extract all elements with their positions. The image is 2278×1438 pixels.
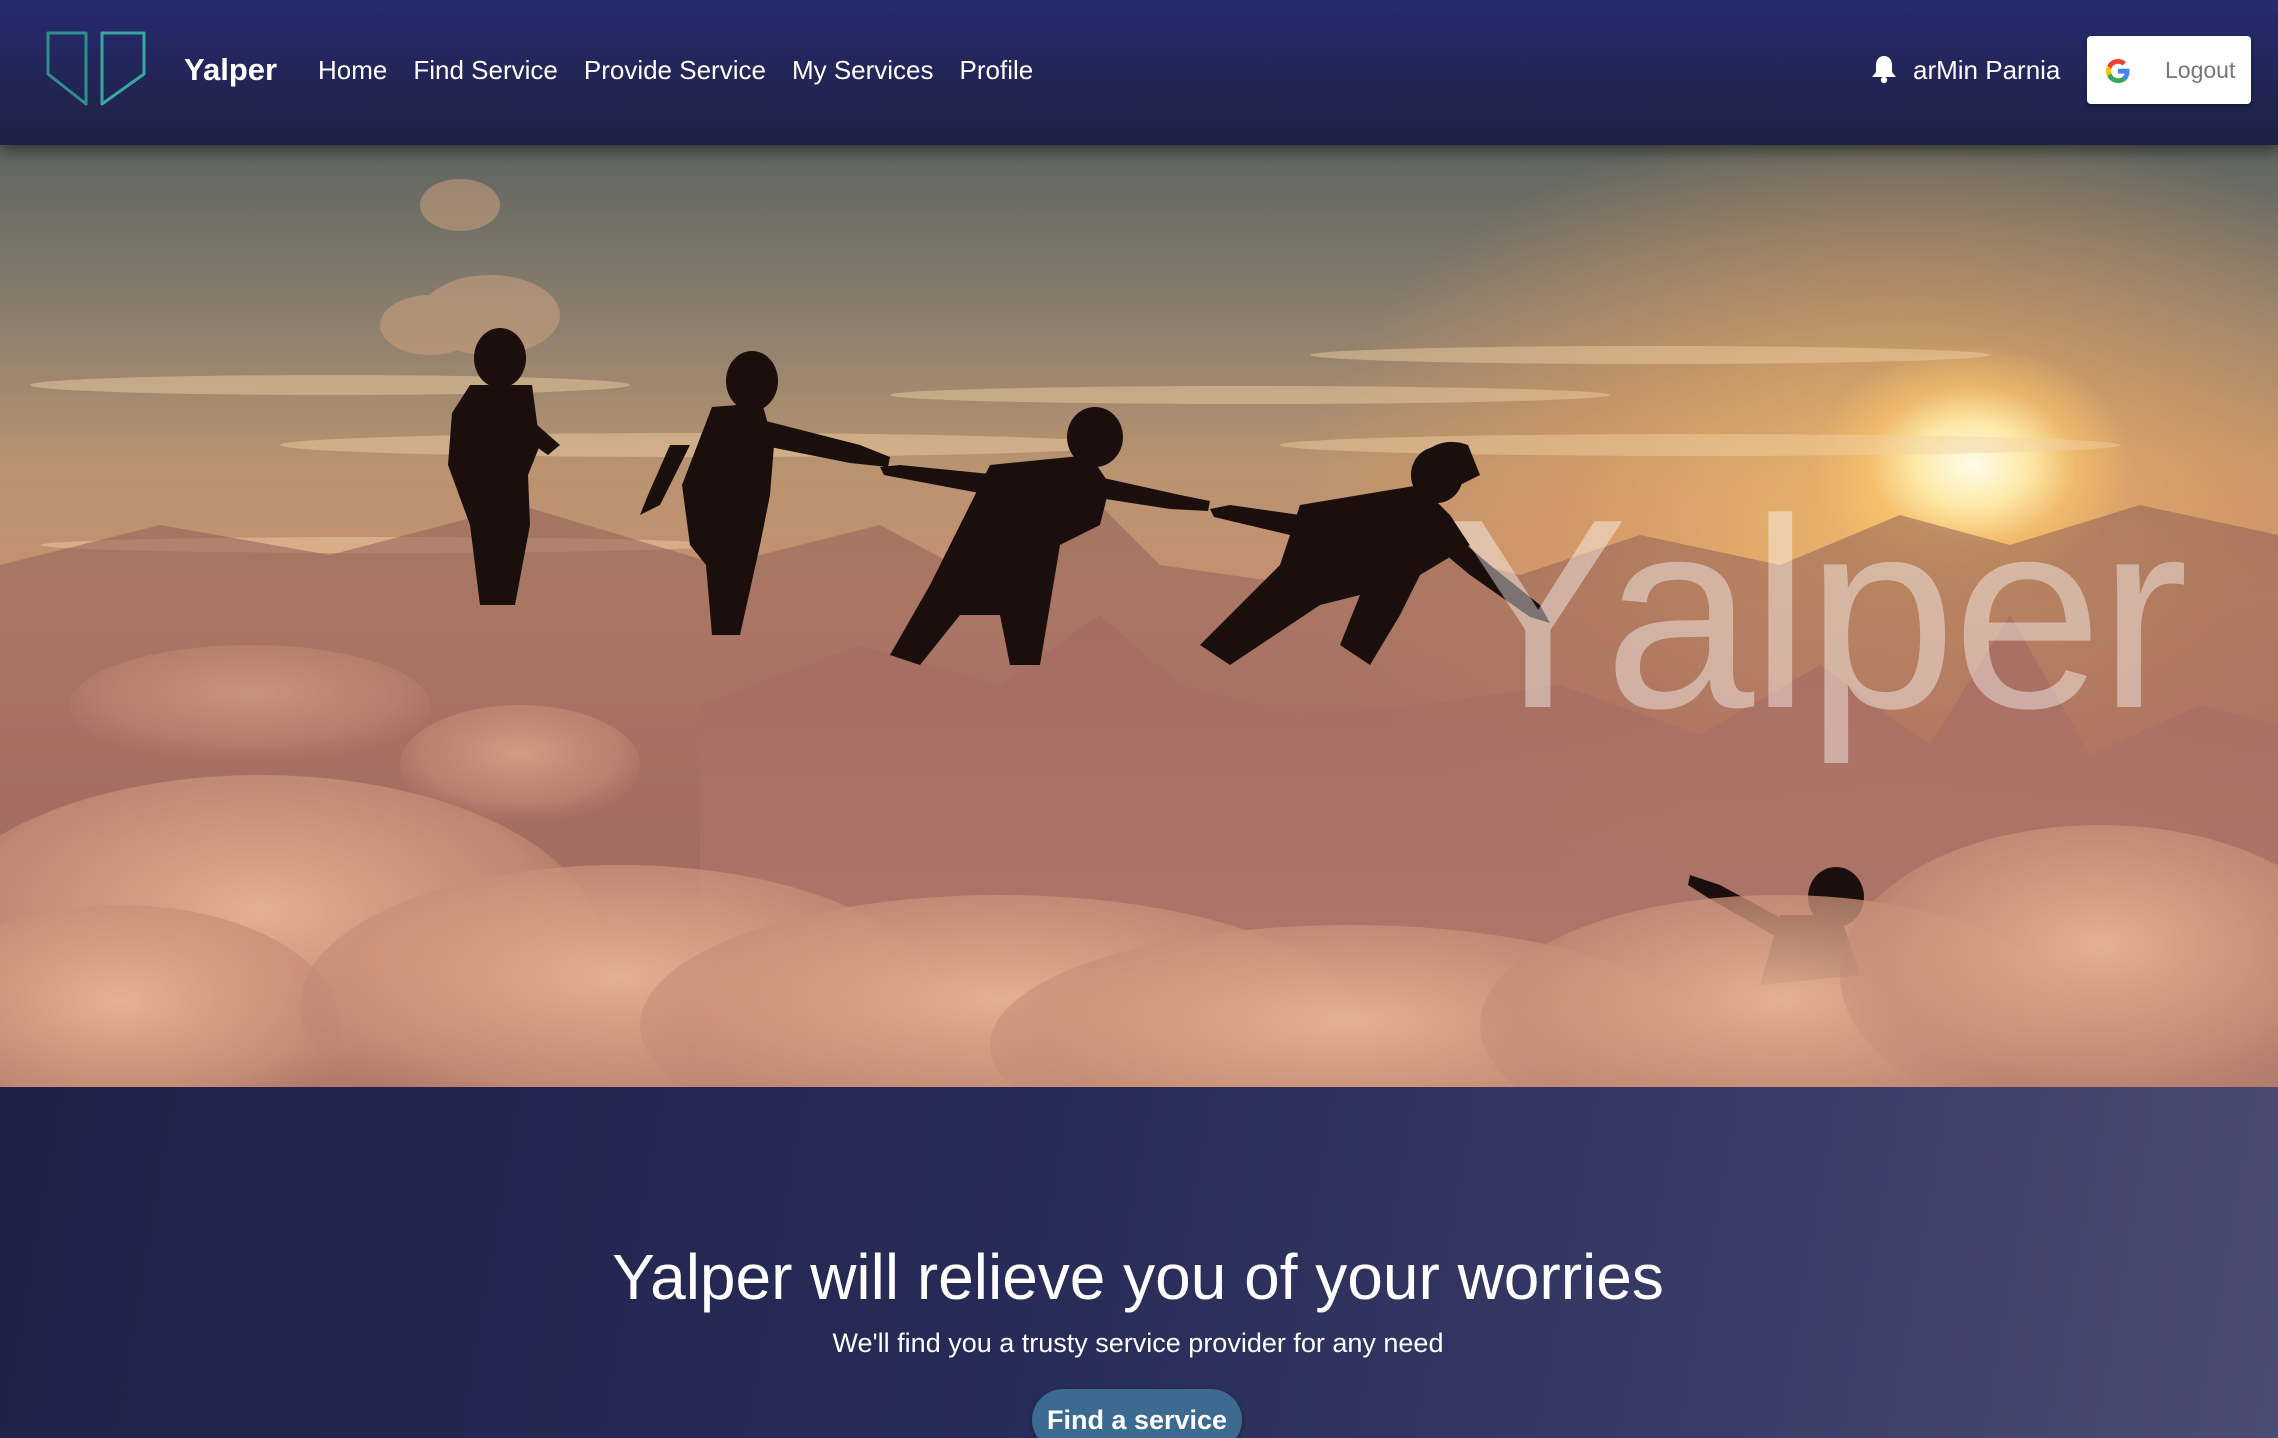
logout-button[interactable]: Logout bbox=[2087, 36, 2251, 104]
hero-watermark-text: Yalper bbox=[1448, 464, 2188, 765]
page: Yalper Home Find Service Provide Service… bbox=[0, 0, 2278, 1438]
yalper-logo-icon[interactable] bbox=[44, 30, 148, 106]
logout-label: Logout bbox=[2165, 57, 2236, 83]
nav-my-services[interactable]: My Services bbox=[792, 48, 934, 92]
brand-name[interactable]: Yalper bbox=[184, 48, 277, 92]
main-nav: Home Find Service Provide Service My Ser… bbox=[318, 48, 1059, 92]
nav-find-service[interactable]: Find Service bbox=[413, 48, 558, 92]
nav-home[interactable]: Home bbox=[318, 48, 387, 92]
hero-image: Yalper bbox=[0, 145, 2278, 1087]
tagline-banner: Yalper will relieve you of your worries … bbox=[0, 1087, 2278, 1438]
nav-profile[interactable]: Profile bbox=[960, 48, 1034, 92]
nav-provide-service[interactable]: Provide Service bbox=[584, 48, 766, 92]
banner-title: Yalper will relieve you of your worries bbox=[612, 1241, 1664, 1313]
banner-subtitle: We'll find you a trusty service provider… bbox=[832, 1328, 1444, 1358]
top-navbar: Yalper Home Find Service Provide Service… bbox=[0, 0, 2278, 145]
bell-icon[interactable] bbox=[1870, 54, 1898, 84]
find-service-button[interactable]: Find a service bbox=[1032, 1389, 1242, 1438]
google-icon bbox=[2103, 56, 2133, 86]
user-name[interactable]: arMin Parnia bbox=[1913, 48, 2060, 92]
